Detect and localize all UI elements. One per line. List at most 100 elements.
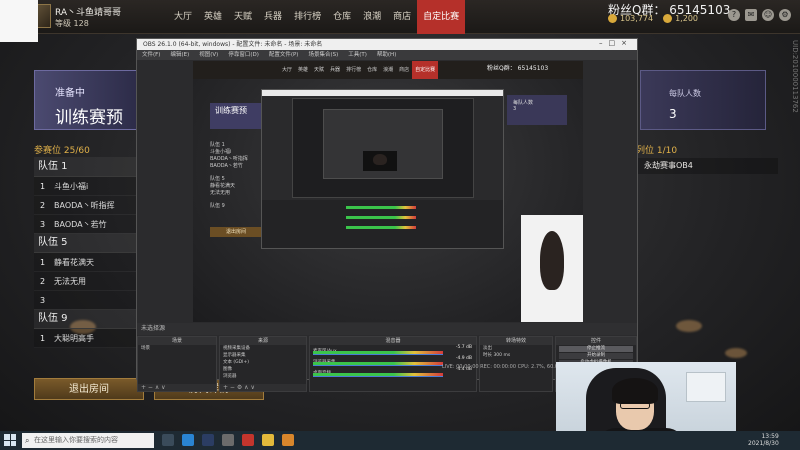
coupon-icon bbox=[663, 14, 673, 23]
obs-window: OBS 26.1.0 (64-bit, windows) - 配置文件: 未命名… bbox=[136, 38, 638, 392]
nav-tide[interactable]: 浪潮 bbox=[357, 0, 387, 34]
nested-team-card: 每队人数 3 bbox=[507, 95, 567, 125]
list-item[interactable]: 文本 (GDI+) bbox=[220, 359, 306, 366]
status-label: 准备中 bbox=[55, 88, 85, 99]
side-uid: UID:2010000113762 bbox=[791, 40, 799, 113]
webcam-overlay-blank bbox=[0, 0, 38, 42]
menu-edit[interactable]: 编辑(E) bbox=[170, 50, 189, 60]
top-icons: ? ✉ ☺ ⚙ bbox=[728, 9, 791, 21]
menu-docks[interactable]: 停靠窗口(D) bbox=[228, 50, 259, 60]
currency-display: 103,774 1,200 bbox=[608, 14, 698, 23]
game-app-icon[interactable] bbox=[242, 434, 254, 446]
team-group-1: 队伍 1 1 斗鱼小福i 2 BAODA丶听指挥 3 BAODA丶若竹 bbox=[34, 157, 140, 234]
streamer-hair bbox=[612, 378, 658, 404]
player-name: RA丶斗鱼靖哥哥 bbox=[55, 8, 122, 18]
transition-select[interactable]: 淡出 bbox=[480, 345, 552, 352]
table-row[interactable]: 1 静看花满天 bbox=[34, 253, 140, 272]
transition-duration[interactable]: 时长 300 ms bbox=[480, 352, 552, 359]
team-size-label: 每队人数 bbox=[669, 89, 701, 98]
settings-icon[interactable]: ⚙ bbox=[779, 9, 791, 21]
obs-title-bar[interactable]: OBS 26.1.0 (64-bit, windows) - 配置文件: 未命名… bbox=[137, 39, 637, 50]
menu-file[interactable]: 文件(F) bbox=[142, 50, 160, 60]
nested-obs-preview bbox=[292, 98, 474, 198]
nav-leaderboard[interactable]: 排行榜 bbox=[288, 0, 327, 34]
menu-scene-collection[interactable]: 场景集合(S) bbox=[308, 50, 338, 60]
windows-taskbar: 在这里输入你要搜索的内容 13:59 2021/8/30 bbox=[0, 431, 800, 450]
list-item[interactable]: 浏览器 bbox=[220, 373, 306, 380]
gold-amount: 103,774 bbox=[608, 14, 653, 23]
list-item[interactable]: 图像 bbox=[220, 366, 306, 373]
mixer-track[interactable]: 麦克风/Aux-5.7 dB bbox=[310, 345, 476, 356]
sources-dock: 来源 视频采集设备 显示器采集 文本 (GDI+) 图像 浏览器 + − ⚙ ∧… bbox=[219, 336, 307, 392]
mail-icon[interactable]: ✉ bbox=[745, 9, 757, 21]
team-size-card: 每队人数 3 bbox=[640, 70, 766, 130]
status-title: 训练赛预 bbox=[55, 108, 123, 128]
main-nav: 大厅 英雄 天赋 兵器 排行榜 仓库 浪潮 商店 自定比赛 bbox=[168, 0, 466, 34]
bokeh-light bbox=[725, 348, 747, 358]
exit-room-button[interactable]: 退出房间 bbox=[34, 378, 144, 400]
obs-status-bar: LIVE: 00:00:00 REC: 00:00:00 CPU: 2.7%, … bbox=[442, 364, 571, 370]
nav-storage[interactable]: 仓库 bbox=[327, 0, 357, 34]
participant-slots: 参赛位 25/60 bbox=[34, 146, 90, 156]
menu-tools[interactable]: 工具(T) bbox=[348, 50, 367, 60]
nav-shop[interactable]: 商店 bbox=[387, 0, 417, 34]
nested-nav: 大厅 英雄 天赋 兵器 排行榜 仓库 浪潮 商店 自定比赛 bbox=[279, 61, 439, 79]
app-icon[interactable] bbox=[202, 434, 214, 446]
folder-icon[interactable] bbox=[282, 434, 294, 446]
table-row[interactable]: 3 bbox=[34, 291, 140, 310]
source-dock-toolbar[interactable]: + − ⚙ ∧ ∨ bbox=[220, 384, 306, 391]
webcam-capture bbox=[521, 215, 583, 322]
room-status-card: 准备中 训练赛预 bbox=[34, 70, 144, 130]
waiting-slots: 列位 1/10 bbox=[636, 146, 678, 156]
friends-icon[interactable]: ☺ bbox=[762, 9, 774, 21]
start-recording-button[interactable]: 开始录制 bbox=[559, 353, 633, 359]
window-controls[interactable]: –□× bbox=[599, 39, 633, 47]
windows-start-icon[interactable] bbox=[4, 434, 16, 446]
edge-icon[interactable] bbox=[182, 434, 194, 446]
nav-weapons[interactable]: 兵器 bbox=[258, 0, 288, 34]
taskbar-search-input[interactable]: 在这里输入你要搜索的内容 bbox=[22, 433, 154, 448]
nav-heroes[interactable]: 英雄 bbox=[198, 0, 228, 34]
coupon-amount: 1,200 bbox=[663, 14, 698, 23]
list-item[interactable]: 场景 bbox=[138, 345, 216, 352]
streamer-glasses bbox=[620, 402, 650, 409]
nav-lobby[interactable]: 大厅 bbox=[168, 0, 198, 34]
bokeh-light bbox=[676, 320, 702, 332]
menu-help[interactable]: 帮助(H) bbox=[377, 50, 396, 60]
player-level: 等级 128 bbox=[55, 19, 89, 28]
menu-view[interactable]: 视图(V) bbox=[199, 50, 218, 60]
nested-exit-button: 退出房间 bbox=[210, 227, 262, 237]
team-header[interactable]: 队伍 1 bbox=[34, 157, 140, 177]
team-header[interactable]: 队伍 5 bbox=[34, 233, 140, 253]
gold-coin-icon bbox=[608, 14, 617, 23]
obs-app-icon[interactable] bbox=[222, 434, 234, 446]
team-size-value: 3 bbox=[669, 107, 677, 121]
scenes-dock: 场景 场景 + − ∧ ∨ bbox=[137, 336, 217, 392]
stop-streaming-button[interactable]: 停止推流 bbox=[559, 346, 633, 352]
task-view-icon[interactable] bbox=[162, 434, 174, 446]
nav-talents[interactable]: 天赋 bbox=[228, 0, 258, 34]
team-group-9: 队伍 9 1 大聪明高手 bbox=[34, 309, 140, 348]
table-row[interactable]: 1 斗鱼小福i bbox=[34, 177, 140, 196]
menu-profile[interactable]: 配置文件(P) bbox=[269, 50, 299, 60]
list-item[interactable]: 显示器采集 bbox=[220, 352, 306, 359]
table-row[interactable]: 2 BAODA丶听指挥 bbox=[34, 196, 140, 215]
system-clock[interactable]: 13:59 2021/8/30 bbox=[748, 433, 779, 447]
table-row[interactable]: 2 无法无用 bbox=[34, 272, 140, 291]
list-item[interactable]: 视频采集设备 bbox=[220, 345, 306, 352]
game-top-bar: RA丶斗鱼靖哥哥 等级 128 大厅 英雄 天赋 兵器 排行榜 仓库 浪潮 商店… bbox=[0, 0, 800, 34]
webcam-shelf bbox=[686, 372, 726, 402]
chrome-icon[interactable] bbox=[262, 434, 274, 446]
team-header[interactable]: 队伍 9 bbox=[34, 309, 140, 329]
nested-fans-text: 粉丝Q群： 65145103 bbox=[487, 65, 549, 72]
obs-preview[interactable]: 大厅 英雄 天赋 兵器 排行榜 仓库 浪潮 商店 自定比赛 粉丝Q群： 65145103 训练赛… bbox=[193, 61, 583, 322]
source-toolbar: 未选择源 bbox=[137, 323, 637, 335]
table-row[interactable]: 1 大聪明高手 bbox=[34, 329, 140, 348]
help-icon[interactable]: ? bbox=[728, 9, 740, 21]
obs-menu-bar: 文件(F) 编辑(E) 视图(V) 停靠窗口(D) 配置文件(P) 场景集合(S… bbox=[137, 50, 637, 60]
scene-dock-toolbar[interactable]: + − ∧ ∨ bbox=[138, 384, 216, 391]
table-row[interactable]: 3 BAODA丶若竹 bbox=[34, 215, 140, 234]
list-item[interactable]: 永劫赛事OB4 bbox=[638, 158, 778, 174]
nav-custom-match[interactable]: 自定比赛 bbox=[417, 0, 466, 34]
nested-team-list: 队伍 1 斗鱼小福i BAODA丶听指挥 BAODA丶若竹 队伍 5 静看花满天… bbox=[210, 142, 248, 209]
